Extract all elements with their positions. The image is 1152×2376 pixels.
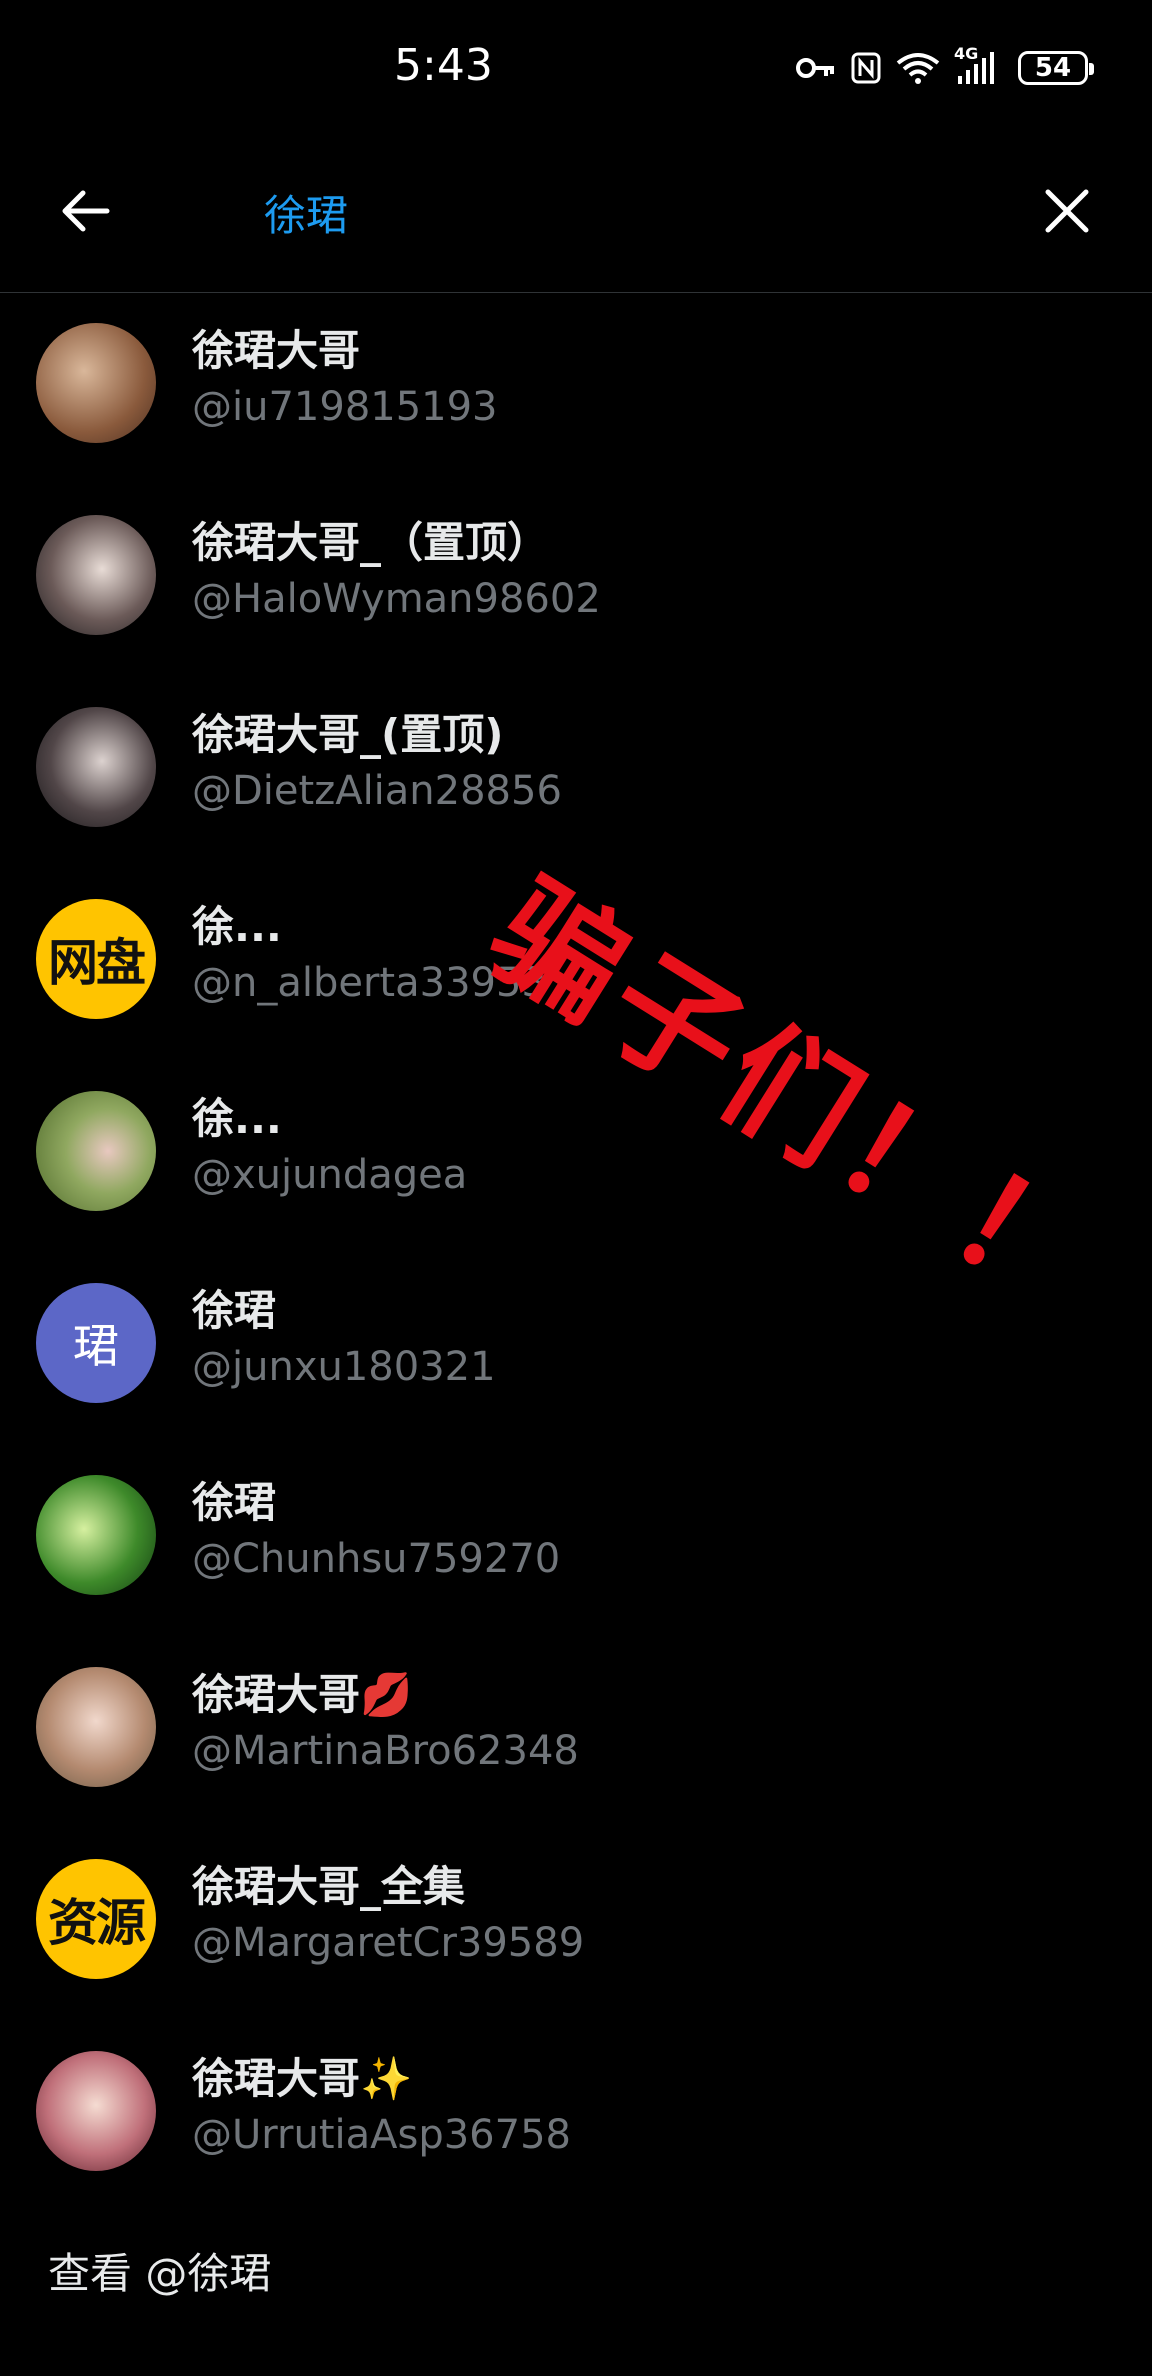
- avatar[interactable]: [36, 323, 156, 443]
- search-input[interactable]: 徐珺: [264, 180, 348, 244]
- display-name: 徐珺大哥_(置顶): [192, 710, 504, 759]
- back-button[interactable]: [50, 176, 120, 246]
- close-icon: [1045, 189, 1089, 233]
- battery-icon: 54: [1018, 51, 1094, 85]
- search-header: 徐珺: [0, 140, 1152, 293]
- avatar[interactable]: 网盘: [36, 899, 156, 1019]
- avatar[interactable]: [36, 2051, 156, 2171]
- avatar[interactable]: 资源: [36, 1859, 156, 1979]
- result-item[interactable]: 徐珺大哥 @iu719815193: [0, 293, 1152, 485]
- avatar[interactable]: [36, 1091, 156, 1211]
- result-item[interactable]: 徐珺大哥💋 @MartinaBro62348: [0, 1637, 1152, 1829]
- status-icons: 4G 54: [796, 44, 1094, 92]
- display-name: 徐珺大哥💋: [192, 1670, 413, 1719]
- avatar[interactable]: [36, 707, 156, 827]
- avatar-text: 网盘: [48, 934, 146, 992]
- result-item[interactable]: 徐珺 @Chunhsu759270: [0, 1445, 1152, 1637]
- result-item[interactable]: 资源 徐珺大哥_全集 @MargaretCr39589: [0, 1829, 1152, 2021]
- display-name: 徐珺大哥_全集: [192, 1862, 466, 1911]
- avatar[interactable]: [36, 515, 156, 635]
- clear-search-button[interactable]: [1032, 176, 1102, 246]
- user-handle: @UrrutiaAsp36758: [192, 2112, 571, 2158]
- user-handle: @MartinaBro62348: [192, 1728, 579, 1774]
- battery-level: 54: [1034, 53, 1072, 83]
- user-handle: @HaloWyman98602: [192, 576, 601, 622]
- avatar[interactable]: [36, 1475, 156, 1595]
- go-to-user-link[interactable]: 查看 @徐珺: [48, 2240, 271, 2301]
- user-handle: @junxu180321: [192, 1344, 496, 1390]
- avatar-text: 资源: [48, 1894, 146, 1952]
- status-bar: 5:43 4G 54: [0, 0, 1152, 140]
- status-time: 5:43: [394, 40, 493, 91]
- arrow-left-icon: [62, 190, 110, 232]
- user-handle: @DietzAlian28856: [192, 768, 562, 814]
- wifi-icon: [896, 53, 940, 84]
- display-name: 徐珺: [192, 1286, 277, 1335]
- user-handle: @Chunhsu759270: [192, 1536, 561, 1582]
- display-name: 徐珺大哥: [192, 326, 361, 375]
- avatar[interactable]: [36, 1667, 156, 1787]
- nfc-icon: [851, 52, 881, 84]
- user-handle: @xujundagea: [192, 1152, 468, 1198]
- avatar[interactable]: 珺: [36, 1283, 156, 1403]
- user-handle: @MargaretCr39589: [192, 1920, 585, 1966]
- result-item[interactable]: 徐珺大哥✨ @UrrutiaAsp36758: [0, 2021, 1152, 2213]
- user-handle: @iu719815193: [192, 384, 498, 430]
- display-name: 徐珺: [192, 1478, 277, 1527]
- display-name: 徐珺大哥✨: [192, 2054, 413, 2103]
- display-name: 徐...: [192, 1094, 282, 1143]
- avatar-text: 珺: [73, 1319, 119, 1373]
- result-item[interactable]: 徐珺大哥_（置顶） @HaloWyman98602: [0, 485, 1152, 677]
- signal-icon: 4G: [954, 44, 1004, 86]
- display-name: 徐珺大哥_（置顶）: [192, 518, 550, 567]
- key-icon: [796, 58, 834, 78]
